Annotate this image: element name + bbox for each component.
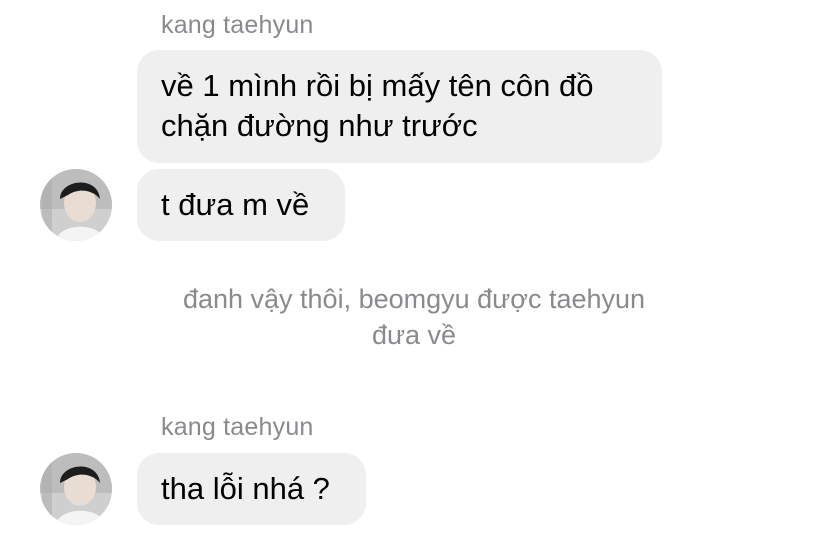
system-note-line: đưa về	[371, 320, 457, 350]
profile-photo-icon	[40, 453, 112, 525]
message-line: chặn đường như trước	[161, 108, 478, 143]
message-bubble[interactable]: về 1 mình rồi bị mấy tên côn đồ chặn đườ…	[137, 50, 662, 163]
system-note-line: đanh vậy thôi, beomgyu được taehyun	[182, 284, 646, 314]
system-note: đanh vậy thôi, beomgyu được taehyun đưa …	[0, 281, 828, 353]
message-line: về 1 mình rồi bị mấy tên côn đồ	[161, 68, 594, 103]
chat-thread: kang taehyun về 1 mình rồi bị mấy tên cô…	[0, 0, 828, 547]
message-bubble[interactable]: tha lỗi nhá ?	[137, 453, 366, 525]
sender-name: kang taehyun	[161, 413, 314, 441]
profile-photo-icon	[40, 169, 112, 241]
avatar[interactable]	[40, 453, 112, 525]
message-bubble[interactable]: t đưa m về	[137, 169, 345, 241]
message-text: tha lỗi nhá ?	[161, 471, 330, 506]
sender-name: kang taehyun	[161, 11, 314, 39]
message-text: t đưa m về	[161, 187, 310, 222]
avatar[interactable]	[40, 169, 112, 241]
